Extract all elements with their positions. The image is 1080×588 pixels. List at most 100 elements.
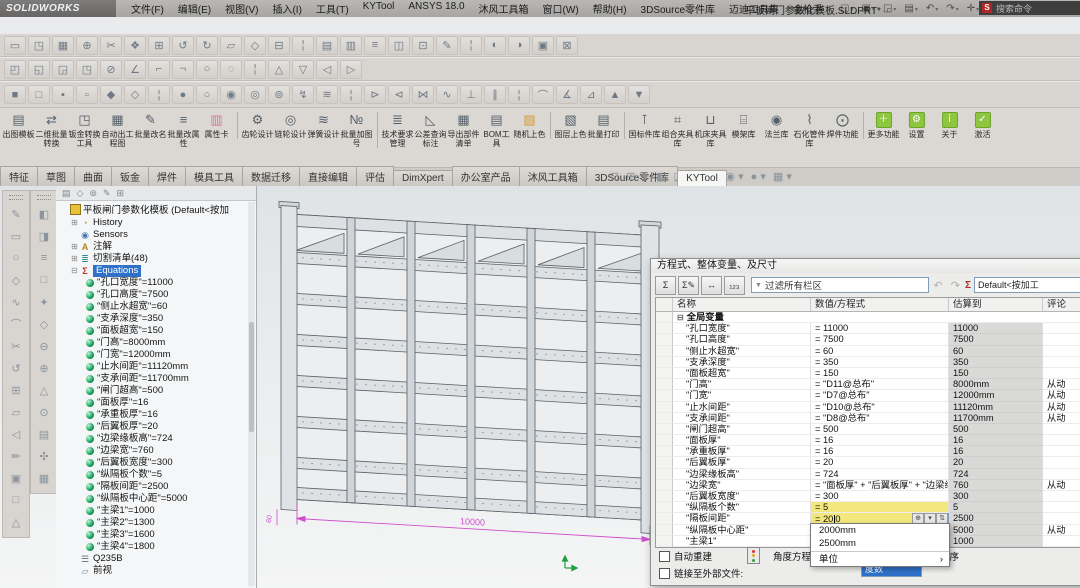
comment-cell[interactable]: [1043, 357, 1080, 368]
checkbox[interactable]: [659, 551, 670, 562]
ribbon-button[interactable]: ⌇ 石化管件库: [794, 112, 825, 148]
toolbar-icon[interactable]: ◉: [220, 85, 242, 104]
commandmanager-tab[interactable]: 评估: [356, 166, 394, 186]
toolbar-icon[interactable]: ∠: [124, 60, 146, 79]
formula-cell[interactable]: = 11000: [811, 323, 949, 334]
toolbar-icon[interactable]: ⊥: [460, 85, 482, 104]
equation-variable-item[interactable]: "面板超宽"=150: [56, 325, 256, 337]
formula-cell[interactable]: = 300: [811, 491, 949, 502]
menu-item[interactable]: 3DSource零件库: [634, 0, 722, 18]
variable-name-cell[interactable]: "边梁宽": [673, 480, 811, 491]
variable-name-cell[interactable]: "门高": [673, 379, 811, 390]
menu-item[interactable]: 文件(F): [124, 0, 171, 18]
menu-item[interactable]: 插入(I): [265, 0, 308, 18]
equation-row[interactable]: "支承间距" = "D8@总布" 11700mm 从动: [656, 413, 1080, 424]
commandmanager-tab[interactable]: 模具工具: [185, 166, 243, 186]
checkbox[interactable]: [659, 568, 670, 579]
view-tool-icon[interactable]: ◧: [654, 169, 668, 184]
view-tool-icon[interactable]: ⊡: [608, 169, 621, 184]
toolbar-icon[interactable]: ◱: [28, 60, 50, 79]
formula-cell[interactable]: = 350: [811, 357, 949, 368]
menu-item[interactable]: KYTool: [356, 0, 402, 18]
ribbon-button[interactable]: ▥ 属性卡: [201, 112, 232, 139]
toolbar-icon[interactable]: ▭: [4, 36, 26, 55]
toolbar-icon[interactable]: ▷: [340, 60, 362, 79]
toolbar-icon[interactable]: ⊡: [412, 36, 434, 55]
formula-cell[interactable]: = 5: [811, 502, 949, 513]
toolbar-icon[interactable]: ¦: [340, 85, 362, 104]
toolbar-icon[interactable]: ▱: [220, 36, 242, 55]
filter-input[interactable]: ▼ 过滤所有栏区: [751, 277, 929, 293]
toolbar-icon[interactable]: ⊙: [34, 401, 54, 423]
formula-cell[interactable]: = 60: [811, 346, 949, 357]
toolbar-icon[interactable]: ▦: [52, 36, 74, 55]
equation-variable-item[interactable]: "主梁1"=1000: [56, 505, 256, 517]
toolbar-icon[interactable]: ∿: [436, 85, 458, 104]
toolbar-icon[interactable]: ▲: [604, 85, 626, 104]
quick-access-icon[interactable]: ↶: [922, 3, 942, 14]
toolbar-icon[interactable]: ¦: [460, 36, 482, 55]
equation-variable-item[interactable]: "孔口宽度"=11000: [56, 277, 256, 289]
configuration-dropdown[interactable]: Default<按加工: [974, 277, 1080, 293]
formula-cell[interactable]: = 150: [811, 368, 949, 379]
equation-row[interactable]: "边梁缘板高" = 724 724: [656, 469, 1080, 480]
menu-item[interactable]: 沐风工具箱: [472, 0, 536, 18]
toolbar-icon[interactable]: ↯: [292, 85, 314, 104]
toolbar-icon[interactable]: ◎: [244, 85, 266, 104]
toolbar-icon[interactable]: ▱: [6, 401, 26, 423]
tree-item-sensors[interactable]: ◉ Sensors: [56, 229, 256, 241]
toolbar-icon[interactable]: ⊟: [268, 36, 290, 55]
toolbar-icon[interactable]: ○: [196, 60, 218, 79]
commandmanager-tab[interactable]: 数据迁移: [242, 166, 300, 186]
equation-row[interactable]: "承重板厚" = 16 16: [656, 446, 1080, 457]
ribbon-button[interactable]: ≡ 批量改属性: [168, 112, 199, 148]
commandmanager-tab[interactable]: 钣金: [111, 166, 149, 186]
toolbar-icon[interactable]: ¦: [244, 60, 266, 79]
toolbar-icon[interactable]: ◧: [34, 203, 54, 225]
tree-item-cutlist[interactable]: ⊞ ≣ 切割清单(48): [56, 253, 256, 265]
ribbon-button[interactable]: ⨀ 焊件功能: [827, 112, 858, 139]
toolbar-icon[interactable]: ▥: [340, 36, 362, 55]
comment-cell[interactable]: 从动: [1043, 379, 1080, 390]
commandmanager-tab[interactable]: 沐风工具箱: [519, 166, 587, 186]
commandmanager-tab[interactable]: DimXpert: [393, 170, 453, 186]
toolbar-icon[interactable]: ●: [172, 85, 194, 104]
toolbar-icon[interactable]: ≋: [316, 85, 338, 104]
equation-row[interactable]: "门宽" = "D7@总布" 12000mm 从动: [656, 390, 1080, 401]
menu-item[interactable]: 窗口(W): [536, 0, 586, 18]
rebuild-traffic-light-icon[interactable]: [747, 547, 760, 564]
equation-row[interactable]: "纵隔板个数" = 5 5: [656, 502, 1080, 513]
undo-icon[interactable]: ↶: [931, 279, 946, 292]
popup-item[interactable]: 2500mm: [811, 537, 949, 550]
expander-icon[interactable]: ⊞: [70, 253, 79, 265]
tree-item-annotations[interactable]: ⊞ A 注解: [56, 241, 256, 253]
auto-rebuild-option[interactable]: 自动重建: [659, 549, 712, 563]
toolbar-grip[interactable]: [37, 195, 51, 200]
variable-name-cell[interactable]: "边梁缘板高": [673, 469, 811, 480]
toolbar-icon[interactable]: ▣: [532, 36, 554, 55]
equation-row[interactable]: "面板厚" = 16 16: [656, 435, 1080, 446]
equation-view-button[interactable]: ₁₂₃: [724, 276, 745, 295]
equation-view-button[interactable]: ↔: [701, 276, 722, 295]
toolbar-icon[interactable]: ✂: [6, 335, 26, 357]
comment-cell[interactable]: [1043, 334, 1080, 345]
formula-cell[interactable]: = 16: [811, 446, 949, 457]
formula-cell[interactable]: = 16: [811, 435, 949, 446]
tree-item-history[interactable]: ⊞ ◔ History: [56, 217, 256, 229]
equation-variable-item[interactable]: "后翼板厚"=20: [56, 421, 256, 433]
equation-row[interactable]: "止水间距" = "D10@总布" 11120mm 从动: [656, 402, 1080, 413]
variable-name-cell[interactable]: "主梁1": [673, 536, 811, 547]
toolbar-icon[interactable]: ¬: [172, 60, 194, 79]
toolbar-icon[interactable]: ⊖: [34, 335, 54, 357]
toolbar-icon[interactable]: ⌒: [6, 313, 26, 335]
equation-variable-item[interactable]: "孔口高度"=7500: [56, 289, 256, 301]
ribbon-button[interactable]: ⚙ 齿轮设计: [237, 112, 273, 139]
toolbar-icon[interactable]: ▦: [34, 467, 54, 489]
toolbar-icon[interactable]: ↻: [196, 36, 218, 55]
ribbon-button[interactable]: ⇄ 二维批量转换: [36, 112, 67, 148]
variable-name-cell[interactable]: "侧止水超宽": [673, 346, 811, 357]
expander-icon[interactable]: ⊞: [70, 217, 79, 229]
comment-cell[interactable]: [1043, 502, 1080, 513]
comment-cell[interactable]: [1043, 491, 1080, 502]
toolbar-icon[interactable]: ≡: [364, 36, 386, 55]
